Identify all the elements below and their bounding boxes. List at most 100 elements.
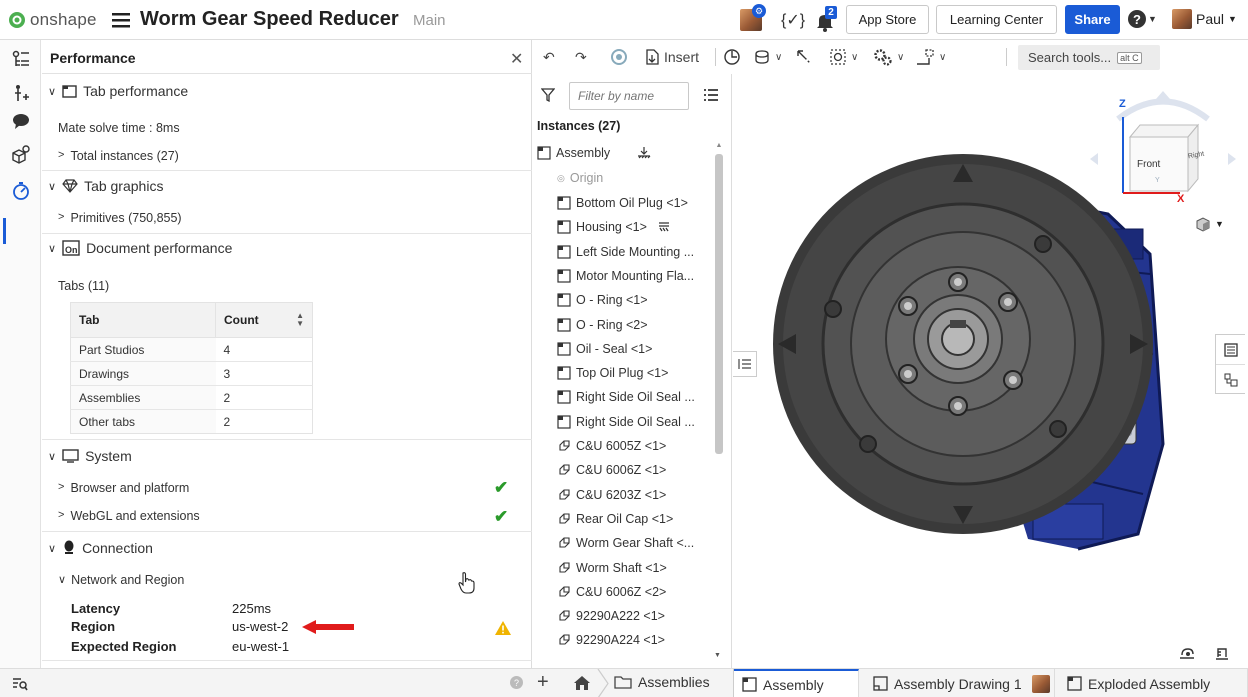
chevron-down-icon: ∨ <box>939 51 947 63</box>
front-face-label[interactable]: Front <box>1137 159 1160 170</box>
chevron-down-icon: ∨ <box>851 51 859 63</box>
column-header-tab[interactable]: Tab <box>70 302 216 338</box>
configurations-icon[interactable] <box>1216 335 1245 365</box>
section-label: Document performance <box>86 240 233 256</box>
list-item[interactable]: Left Side Mounting ... <box>557 241 707 263</box>
list-item[interactable]: C&U 6005Z <1> <box>557 435 707 457</box>
list-item[interactable]: Housing <1> <box>557 216 707 238</box>
latency-value: 225ms <box>232 601 272 616</box>
list-item[interactable]: Rear Oil Cap <1> <box>557 508 707 530</box>
replicate-icon[interactable] <box>610 47 628 67</box>
measure-icon[interactable] <box>1213 645 1231 661</box>
list-item[interactable]: C&U 6006Z <2> <box>557 581 707 603</box>
parts-icon[interactable] <box>10 144 32 166</box>
tab-assembly-drawing-1[interactable]: Assembly Drawing 1 <box>865 669 1055 697</box>
scroll-down-icon[interactable]: ▼ <box>714 652 721 659</box>
list-item[interactable]: 92290A224 <1> <box>557 629 707 651</box>
chevron-down-icon: ∨ <box>48 450 57 463</box>
variables-icon[interactable]: {✓} <box>781 10 805 30</box>
search-tabs-icon[interactable] <box>12 677 28 691</box>
primitives-row[interactable]: > Primitives (750,855) <box>58 211 182 225</box>
bom-icon[interactable] <box>1216 365 1245 394</box>
mate-connector-icon[interactable] <box>723 47 741 67</box>
list-item[interactable]: Oil - Seal <1> <box>557 338 707 360</box>
instances-toggle-icon[interactable] <box>733 351 757 377</box>
help-menu[interactable]: ? ▼ <box>1128 10 1157 28</box>
list-item-assembly[interactable]: Assembly <box>537 142 651 164</box>
red-arrow-icon <box>302 620 354 634</box>
group-icon[interactable] <box>795 47 813 67</box>
insert-button[interactable]: Insert <box>645 47 699 67</box>
close-icon[interactable]: ✕ <box>510 49 523 69</box>
view-cube[interactable]: Z X Y Front Right <box>1088 89 1238 219</box>
total-instances-row[interactable]: > Total instances (27) <box>58 149 179 163</box>
tab-exploded-assembly[interactable]: Exploded Assembly <box>1059 669 1248 697</box>
performance-icon[interactable] <box>10 180 32 202</box>
list-item[interactable]: Worm Gear Shaft <... <box>557 532 707 554</box>
list-item[interactable]: Top Oil Plug <1> <box>557 362 707 384</box>
help-icon[interactable]: ? <box>510 676 523 689</box>
insert-mate-icon[interactable] <box>10 82 32 104</box>
mate-solve-time: Mate solve time : 8ms <box>58 121 180 135</box>
pin-to-ground-icon[interactable] <box>637 146 651 160</box>
home-icon[interactable] <box>573 675 591 691</box>
region-value: us-west-2 <box>232 619 289 634</box>
list-item[interactable]: Bottom Oil Plug <1> <box>557 192 707 214</box>
assemblies-folder[interactable]: Assemblies <box>614 674 710 690</box>
fastened-mate-dropdown[interactable]: ∨ <box>753 47 782 67</box>
insert-icon <box>646 49 659 65</box>
explode-dropdown[interactable]: ∨ <box>915 47 946 67</box>
tab-graphics-section[interactable]: ∨ Tab graphics <box>48 174 163 198</box>
view-options-dropdown[interactable]: ▼ <box>1195 216 1224 232</box>
column-header-count[interactable]: Count ▲ ▼ <box>215 302 313 338</box>
user-menu[interactable]: Paul ▼ <box>1172 9 1237 29</box>
feature-list-icon[interactable] <box>10 48 32 70</box>
list-item[interactable]: Worm Shaft <1> <box>557 557 707 579</box>
redo-icon[interactable]: ↷ <box>575 47 587 67</box>
list-item-label: Rear Oil Cap <1> <box>576 511 674 526</box>
search-tools-input[interactable]: Search tools... alt C <box>1018 45 1160 70</box>
list-item-origin[interactable]: ◎ Origin <box>557 167 603 189</box>
menu-icon[interactable] <box>112 12 130 28</box>
gears-dropdown[interactable]: ∨ <box>873 47 904 67</box>
document-performance-section[interactable]: ∨ On Document performance <box>48 236 232 260</box>
list-item[interactable]: O - Ring <1> <box>557 289 707 311</box>
branch-label[interactable]: Main <box>413 12 446 29</box>
network-region-row[interactable]: ∨ Network and Region <box>58 573 184 587</box>
comments-icon[interactable] <box>10 110 32 132</box>
section-view-dropdown[interactable]: ∨ <box>829 47 858 67</box>
notifications-avatar[interactable]: ⚙ <box>740 4 766 32</box>
webgl-extensions-row[interactable]: > WebGL and extensions <box>58 509 200 523</box>
connection-section[interactable]: ∨ Connection <box>48 536 153 560</box>
app-store-button[interactable]: App Store <box>846 5 929 34</box>
units-icon[interactable] <box>1178 646 1196 660</box>
scrollbar-thumb[interactable] <box>715 154 723 454</box>
list-item[interactable]: Motor Mounting Fla... <box>557 265 707 287</box>
shortcut-hint: alt C <box>1117 51 1142 64</box>
undo-icon[interactable]: ↶ <box>543 47 555 67</box>
list-item[interactable]: Right Side Oil Seal ... <box>557 411 707 433</box>
browser-platform-row[interactable]: > Browser and platform <box>58 481 189 495</box>
list-item[interactable]: 92290A222 <1> <box>557 605 707 627</box>
system-section[interactable]: ∨ System <box>48 444 132 468</box>
share-button[interactable]: Share <box>1065 5 1120 34</box>
tab-performance-section[interactable]: ∨ Tab performance <box>48 79 188 103</box>
graphics-viewport[interactable]: Z X Y Front Right ▼ <box>733 74 1248 668</box>
list-item-label: 92290A224 <1> <box>576 633 665 648</box>
add-tab-icon[interactable]: + <box>537 671 549 694</box>
scroll-up-icon[interactable]: ▲ <box>713 142 725 149</box>
list-item[interactable]: C&U 6203Z <1> <box>557 484 707 506</box>
filter-icon[interactable] <box>541 88 555 102</box>
list-item[interactable]: Right Side Oil Seal ... <box>557 386 707 408</box>
table-cell: Assemblies <box>70 385 216 410</box>
tab-assembly[interactable]: Assembly <box>734 669 859 697</box>
list-item[interactable]: C&U 6006Z <1> <box>557 459 707 481</box>
list-item[interactable]: O - Ring <2> <box>557 314 707 336</box>
document-title[interactable]: Worm Gear Speed Reducer <box>140 8 399 31</box>
filter-input[interactable] <box>569 82 689 110</box>
list-view-icon[interactable] <box>703 88 719 102</box>
list-item-label: Right Side Oil Seal ... <box>576 390 695 405</box>
learning-center-button[interactable]: Learning Center <box>936 5 1057 34</box>
notifications-button[interactable]: 2 <box>816 6 838 32</box>
onshape-logo[interactable]: onshape <box>8 9 97 31</box>
